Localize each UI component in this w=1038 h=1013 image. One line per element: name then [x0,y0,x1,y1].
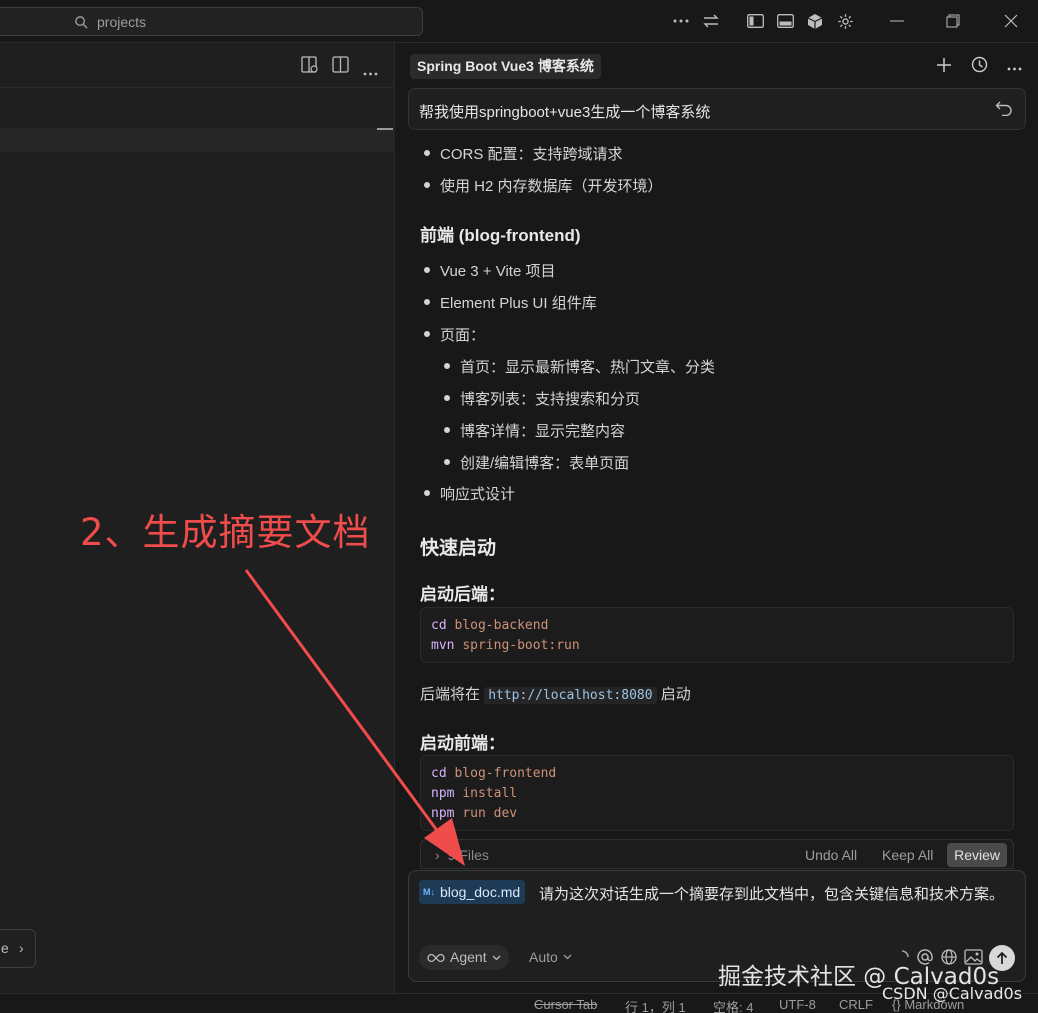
cursor-tab-status[interactable]: Cursor Tab [534,997,597,1012]
list-item: 页面： [423,324,485,345]
more-icon[interactable] [1007,58,1022,74]
undo-icon[interactable] [995,100,1013,119]
panel-bottom-icon[interactable] [774,10,796,32]
chat-tab-title[interactable]: Spring Boot Vue3 博客系统 [410,54,601,79]
search-icon [75,16,88,29]
frontend-start-heading: 启动前端： [420,734,505,753]
code-line: cd blog-frontend [431,766,557,781]
code-block-backend[interactable]: cd blog-backend mvn spring-boot:run [420,607,1014,663]
chevron-down-icon [563,954,572,960]
frontend-heading: 前端 (blog-frontend) [420,226,581,245]
list-item-nested: 博客列表：支持搜索和分页 [443,388,640,409]
cursor-position[interactable]: 行 1，列 1 [625,997,686,1013]
minimize-icon[interactable] [886,10,908,32]
agent-mode-button[interactable]: Agent [419,945,509,970]
keep-all-button[interactable]: Keep All [882,847,933,863]
files-count[interactable]: › 9 Files [435,847,489,863]
editor-toolbar [0,43,395,88]
model-select[interactable]: Auto [529,949,572,965]
editor-pill-button[interactable]: e › [0,929,36,968]
history-icon[interactable] [971,56,988,76]
cube-icon[interactable] [804,10,826,32]
title-bar: projects [0,0,1038,43]
more-icon[interactable] [670,10,692,32]
backend-note: 后端将在 http://localhost:8080 启动 [420,686,691,704]
sidebar-left-icon[interactable] [744,10,766,32]
user-message[interactable]: 帮我使用springboot+vue3生成一个博客系统 [408,88,1026,130]
code-line: mvn spring-boot:run [431,638,580,653]
chevron-down-icon [492,955,501,960]
list-item: Vue 3 + Vite 项目 [423,260,555,281]
quickstart-heading: 快速启动 [420,538,497,559]
search-placeholder: projects [97,14,147,30]
search-input[interactable]: projects [0,7,423,36]
code-line: cd blog-backend [431,618,549,633]
list-item: 响应式设计 [423,483,515,504]
review-button[interactable]: Review [947,843,1007,867]
chevron-right-icon: › [435,847,440,863]
markdown-icon: M↓ [423,887,435,897]
localhost-url: http://localhost:8080 [484,687,657,704]
changed-files-bar: › 9 Files Undo All Keep All Review [420,839,1014,869]
swap-icon[interactable] [700,10,722,32]
split-editor-icon[interactable] [332,56,349,76]
scroll-marker [377,128,393,130]
encoding[interactable]: UTF-8 [779,997,816,1012]
indentation[interactable]: 空格: 4 [713,997,753,1013]
annotation-text: 2、生成摘要文档 [80,511,371,554]
close-icon[interactable] [1000,10,1022,32]
chat-panel: Spring Boot Vue3 博客系统 帮我使用springboot+vue… [396,43,1038,993]
line-ending[interactable]: CRLF [839,997,873,1012]
backend-start-heading: 启动后端： [420,585,505,604]
watermark-csdn: CSDN @Calvad0s [882,984,1023,1003]
plus-icon[interactable] [936,57,952,76]
current-line-highlight [0,128,395,152]
user-message-text: 帮我使用springboot+vue3生成一个博客系统 [419,104,711,121]
code-block-frontend[interactable]: cd blog-frontend npm install npm run dev [420,755,1014,831]
list-item-nested: 首页：显示最新博客、热门文章、分类 [443,356,715,377]
list-item-nested: 博客详情：显示完整内容 [443,420,625,441]
undo-all-button[interactable]: Undo All [805,847,857,863]
attached-file-chip[interactable]: M↓ blog_doc.md [419,880,526,904]
more-icon[interactable] [363,63,378,79]
code-line: npm install [431,786,518,801]
pill-label: e [1,940,9,956]
restore-icon[interactable] [942,10,964,32]
attached-file-name: blog_doc.md [440,884,521,900]
split-preview-icon[interactable] [301,56,319,77]
gear-icon[interactable] [834,10,856,32]
infinity-icon [427,953,445,962]
code-line: npm run dev [431,806,518,821]
chevron-right-icon: › [19,940,24,956]
list-item: 使用 H2 内存数据库（开发环境） [424,175,663,196]
list-item: CORS 配置：支持跨域请求 [424,143,623,164]
list-item-nested: 创建/编辑博客：表单页面 [443,452,629,473]
list-item: Element Plus UI 组件库 [424,292,597,313]
